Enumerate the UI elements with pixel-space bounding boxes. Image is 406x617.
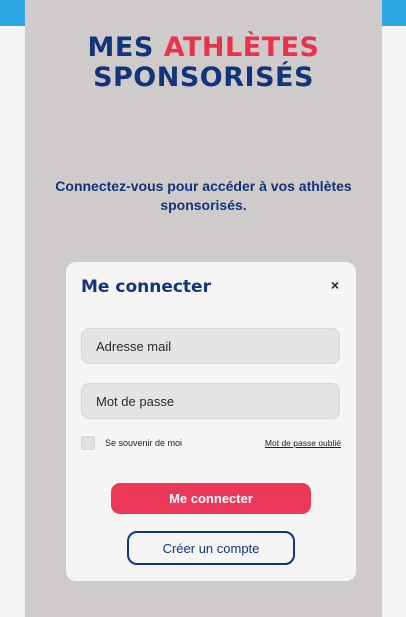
login-card: Me connecter × Se souvenir de moi Mot de… xyxy=(66,262,356,581)
email-field[interactable] xyxy=(81,328,340,364)
password-field[interactable] xyxy=(81,383,340,419)
left-margin xyxy=(0,26,25,617)
login-button[interactable]: Me connecter xyxy=(111,483,311,514)
page-title: MES ATHLÈTES SPONSORISÉS xyxy=(25,33,382,93)
title-part1: MES xyxy=(87,32,164,63)
forgot-password-link[interactable]: Mot de passe oublié xyxy=(265,438,341,448)
title-line2: SPONSORISÉS xyxy=(93,62,314,93)
login-title: Me connecter xyxy=(81,277,211,297)
title-accent: ATHLÈTES xyxy=(163,32,320,63)
right-margin xyxy=(382,26,406,617)
create-account-button[interactable]: Créer un compte xyxy=(127,531,295,565)
close-icon[interactable]: × xyxy=(328,278,342,292)
remember-me[interactable]: Se souvenir de moi xyxy=(81,436,182,450)
remember-checkbox[interactable] xyxy=(81,436,95,450)
remember-label: Se souvenir de moi xyxy=(105,438,183,448)
intro-text: Connectez-vous pour accéder à vos athlèt… xyxy=(55,178,352,213)
